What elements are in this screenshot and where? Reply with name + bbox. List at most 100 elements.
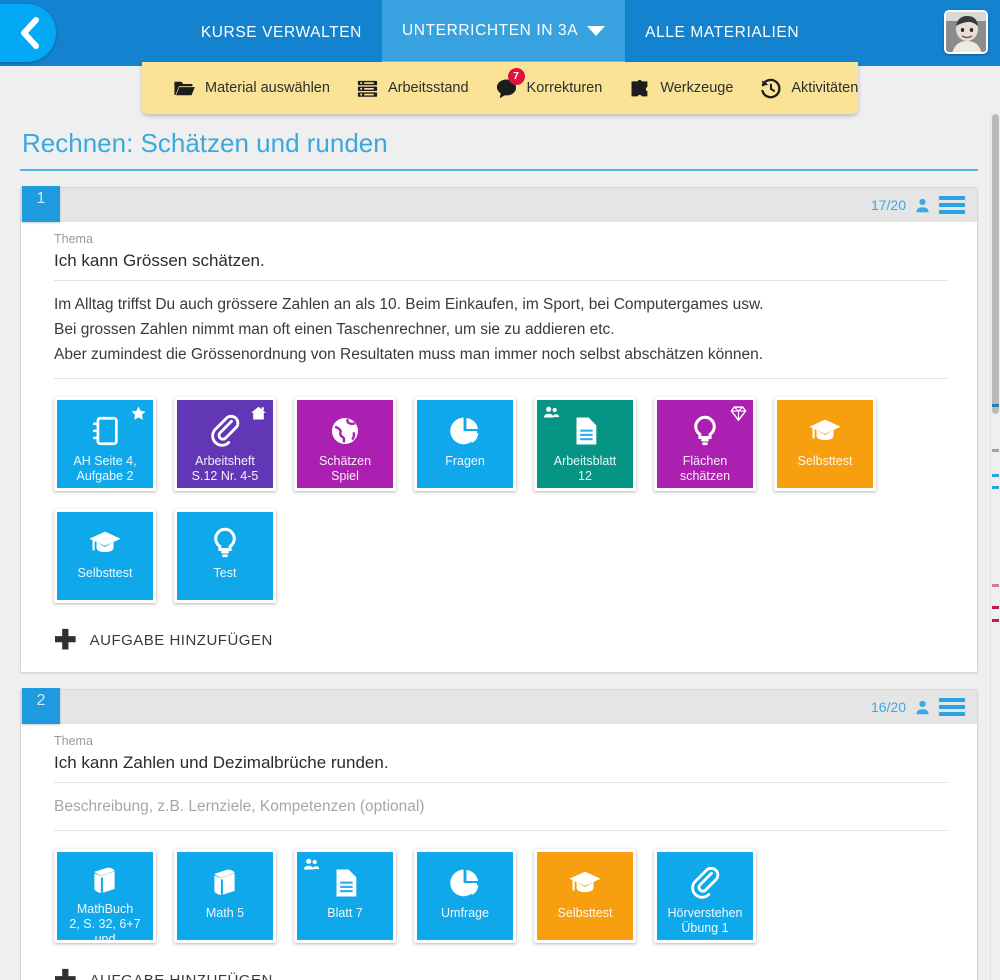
- group-icon: [303, 856, 320, 878]
- topic-input[interactable]: Ich kann Grössen schätzen.: [54, 251, 947, 281]
- section-header-right: 17/20: [871, 196, 965, 214]
- material-tile-label: Arbeitsblatt 12: [553, 454, 617, 484]
- hamburger-menu-icon[interactable]: [939, 196, 965, 214]
- material-tile[interactable]: MathBuch 2, S. 32, 6+7 und: [54, 849, 156, 944]
- section-number-badge[interactable]: 2: [22, 688, 60, 725]
- add-task-label: AUFGABE HINZUFÜGEN: [90, 972, 273, 980]
- header-tabs: KURSE VERWALTEN UNTERRICHTEN IN 3A ALLE MA…: [0, 0, 1000, 66]
- document-icon: [328, 864, 362, 902]
- lesson-section-card: 2 16/20 Thema Ich kann Zahlen und Dezimalbr…: [20, 688, 978, 980]
- toolbar-item-label: Arbeitsstand: [387, 80, 469, 96]
- material-tile[interactable]: Selbsttest: [774, 397, 876, 492]
- graduation-cap-icon: [88, 524, 122, 562]
- graduation-cap-icon: [808, 412, 842, 450]
- section-number-badge[interactable]: 1: [22, 186, 60, 222]
- section-header: 2 16/20: [21, 688, 977, 725]
- section-body: Thema Ich kann Zahlen und Dezimalbrüche r…: [21, 724, 977, 980]
- material-tile-label: Math 5: [205, 906, 245, 921]
- material-tile-label: Umfrage: [441, 906, 489, 921]
- toolbar-item-label: Material auswählen: [205, 80, 330, 96]
- material-tile[interactable]: Schätzen Spiel: [294, 397, 396, 492]
- material-tile-label: Schätzen Spiel: [318, 454, 372, 484]
- avatar[interactable]: [944, 10, 988, 54]
- person-icon: [914, 699, 931, 716]
- home-icon: [250, 405, 267, 427]
- history-clock-icon: [759, 77, 782, 100]
- material-tiles: MathBuch 2, S. 32, 6+7 und Math 5 Blatt 7 U…: [54, 831, 947, 944]
- page-title: Rechnen: Schätzen und runden: [22, 128, 388, 158]
- scrollbar[interactable]: [990, 114, 1000, 980]
- section-header: 1 17/20: [21, 186, 977, 222]
- hamburger-menu-icon[interactable]: [939, 698, 965, 717]
- globe-icon: [328, 412, 362, 450]
- material-tile[interactable]: Arbeitsblatt 12: [534, 397, 636, 492]
- pie-chart-icon: [448, 864, 482, 902]
- tab-label: UNTERRICHTEN IN 3A: [401, 21, 579, 39]
- material-tile[interactable]: AH Seite 4, Aufgabe 2: [54, 397, 156, 492]
- toolbar-item-material-ausw-hlen[interactable]: Material auswählen: [160, 77, 343, 100]
- book-icon: [208, 864, 242, 902]
- material-tile-label: Hörverstehen Übung 1: [667, 906, 743, 936]
- material-tile[interactable]: Hörverstehen Übung 1: [654, 849, 756, 944]
- lightbulb-icon: [688, 412, 722, 450]
- section-score: 16/20: [870, 699, 906, 716]
- add-task-button[interactable]: ✚ AUFGABE HINZUFÜGEN: [54, 943, 947, 980]
- notification-badge: 7: [507, 67, 525, 85]
- add-task-label: AUFGABE HINZUFÜGEN: [89, 632, 273, 650]
- material-tile-label: MathBuch 2, S. 32, 6+7 und: [69, 902, 141, 941]
- open-folder-icon: [173, 77, 196, 100]
- title-divider: [20, 169, 978, 171]
- tab-kurse-verwalten[interactable]: KURSE VERWALTEN: [181, 0, 382, 66]
- sections-list: 1 17/20 Thema Ich kann Grössen schätzen. Im …: [20, 186, 978, 980]
- tab-alle-materialien[interactable]: ALLE MATERIALIEN: [625, 0, 819, 66]
- toolbar-item-aktivit-ten[interactable]: Aktivitäten: [746, 77, 871, 100]
- section-score: 17/20: [870, 197, 906, 213]
- toolbar-item-arbeitsstand[interactable]: Arbeitsstand: [343, 77, 482, 100]
- lesson-section-card: 1 17/20 Thema Ich kann Grössen schätzen. Im …: [20, 186, 978, 674]
- puzzle-piece-icon: [628, 77, 651, 100]
- material-tile[interactable]: Umfrage: [414, 849, 516, 944]
- material-tile[interactable]: Flächen schätzen: [654, 397, 756, 492]
- tab-label: ALLE MATERIALIEN: [645, 24, 800, 41]
- material-tile[interactable]: Math 5: [174, 849, 276, 944]
- pie-chart-icon: [448, 412, 482, 450]
- toolbar-item-label: Aktivitäten: [791, 80, 859, 96]
- material-tile-label: Flächen schätzen: [679, 454, 731, 484]
- chevron-down-icon: [587, 25, 606, 36]
- material-tile-label: AH Seite 4, Aufgabe 2: [73, 454, 137, 484]
- section-body: Thema Ich kann Grössen schätzen. Im Alltag…: [21, 222, 977, 672]
- page-content: Rechnen: Schätzen und runden 1 17/20 Thema…: [0, 114, 1000, 980]
- topic-label: Thema: [54, 734, 93, 749]
- scrollbar-thumb[interactable]: [992, 114, 999, 414]
- description-input[interactable]: Im Alltag triffst Du auch grössere Zahle…: [54, 281, 947, 380]
- description-input[interactable]: Beschreibung, z.B. Lernziele, Kompetenze…: [54, 783, 947, 832]
- material-tiles: AH Seite 4, Aufgabe 2 Arbeitsheft S.12 Nr…: [54, 379, 947, 604]
- material-tile-label: Test: [213, 566, 237, 581]
- topic-input[interactable]: Ich kann Zahlen und Dezimalbrüche runden…: [54, 753, 947, 784]
- person-icon: [914, 197, 931, 214]
- app-header: KURSE VERWALTEN UNTERRICHTEN IN 3A ALLE MA…: [0, 0, 1000, 66]
- material-tile[interactable]: Selbsttest: [54, 509, 156, 604]
- toolbar-item-korrekturen[interactable]: 7 Korrekturen: [482, 67, 616, 100]
- material-tile[interactable]: Arbeitsheft S.12 Nr. 4-5: [174, 397, 276, 492]
- document-icon: [568, 412, 602, 450]
- group-icon: [543, 404, 560, 426]
- material-tile[interactable]: Blatt 7: [294, 849, 396, 944]
- secondary-toolbar: Material auswählen Arbeitsstand 7 Korrektur…: [142, 62, 858, 114]
- material-tile[interactable]: Test: [174, 509, 276, 604]
- plus-icon: ✚: [54, 967, 77, 980]
- add-task-button[interactable]: ✚ AUFGABE HINZUFÜGEN: [54, 603, 947, 654]
- tab-unterrichten-in-3a[interactable]: UNTERRICHTEN IN 3A: [381, 0, 626, 66]
- toolbar-item-werkzeuge[interactable]: Werkzeuge: [615, 77, 746, 100]
- graduation-cap-icon: [568, 864, 602, 902]
- speech-bubble-icon: 7: [495, 67, 525, 100]
- material-tile-label: Selbsttest: [797, 454, 853, 469]
- paperclip-icon: [688, 864, 722, 902]
- material-tile-label: Arbeitsheft S.12 Nr. 4-5: [191, 454, 259, 484]
- material-tile-label: Fragen: [445, 454, 485, 469]
- material-tile[interactable]: Selbsttest: [534, 849, 636, 944]
- material-tile[interactable]: Fragen: [414, 397, 516, 492]
- diamond-icon: [730, 405, 747, 427]
- tab-label: KURSE VERWALTEN: [200, 24, 362, 41]
- material-tile-label: Blatt 7: [327, 906, 363, 921]
